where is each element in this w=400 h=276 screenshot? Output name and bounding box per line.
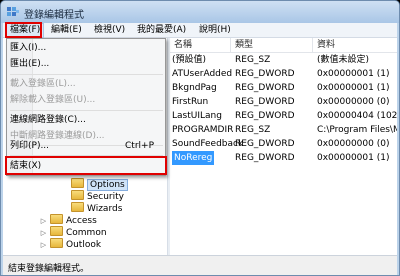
value-name: PROGRAMDIR [172,125,234,135]
tree-item-access[interactable]: ▷ Access [39,214,97,226]
menu-item-label: 載入登錄區(L)... [10,79,76,89]
value-list-pane[interactable]: 名稱 類型 資料 (預設值) REG_SZ (數值未設定) ATUserAdde… [170,38,397,255]
menu-separator [10,110,163,111]
value-name: FirstRun [172,97,209,107]
registry-editor-icon [7,7,19,16]
registry-editor-window: 登錄編輯程式 檔案(F) 編輯(E) 檢視(V) 我的最愛(A) 說明(H) O… [0,0,400,276]
value-data: 0x00000001 (1) [317,69,390,79]
menu-item-print[interactable]: 列印(P)... Ctrl+P [7,138,165,154]
list-row[interactable]: BkgndPag REG_DWORD 0x00000001 (1) [170,81,397,95]
value-data: C:\Program Files\Micro [317,125,397,135]
value-name: SoundFeedback [172,139,244,149]
folder-icon [71,202,84,212]
value-data: 0x00000000 (0) [317,139,390,149]
print-shortcut: Ctrl+P [125,141,154,151]
menu-item-unload-hive: 解除載入登錄區(U)... [7,92,165,108]
menu-item-label: 匯出(E)... [10,59,50,69]
folder-icon [50,226,63,236]
file-menu-highlight-box [5,22,42,38]
tree-item-security[interactable]: Security [71,190,124,202]
menu-bar: 檔案(F) 編輯(E) 檢視(V) 我的最愛(A) 說明(H) [3,23,397,38]
value-name: BkgndPag [172,83,217,93]
folder-icon [50,238,63,248]
list-row[interactable]: SoundFeedback REG_DWORD 0x00000000 (0) [170,137,397,151]
value-data: (數值未設定) [317,55,370,65]
exit-item-highlight-box [5,156,167,175]
menu-favorites[interactable]: 我的最愛(A) [134,23,189,38]
value-name: (預設值) [172,55,207,65]
value-type: REG_DWORD [235,83,295,93]
status-bar: 結束登錄編輯程式。 [3,255,397,275]
folder-icon [71,190,84,200]
menu-separator [10,74,163,75]
list-row[interactable]: FirstRun REG_DWORD 0x00000000 (0) [170,95,397,109]
list-row[interactable]: ATUserAdded REG_DWORD 0x00000001 (1) [170,67,397,81]
title-bar: 登錄編輯程式 [1,1,399,23]
expand-arrow-icon[interactable]: ▷ [39,239,48,251]
value-name: ATUserAdded [172,69,233,79]
menu-item-connect-network-registry[interactable]: 連線網路登錄(C)... [7,112,165,128]
value-type: REG_DWORD [235,139,295,149]
list-row[interactable]: LastUILang REG_DWORD 0x00000404 (1028) [170,109,397,123]
menu-item-load-hive: 載入登錄區(L)... [7,76,165,92]
value-data: 0x00000000 (0) [317,97,390,107]
value-name: NoRereg [172,151,215,165]
value-type: REG_SZ [235,125,271,135]
tree-item-outlook[interactable]: ▷ Outlook [39,238,101,250]
value-type: REG_SZ [235,55,271,65]
value-type: REG_DWORD [235,153,295,163]
value-type: REG_DWORD [235,97,295,107]
list-header: 名稱 類型 資料 [170,38,397,53]
folder-open-icon [71,178,84,188]
value-type: REG_DWORD [235,69,295,79]
menu-item-import[interactable]: 匯入(I)... [7,40,165,56]
list-row-selected[interactable]: NoRereg REG_DWORD 0x00000001 (1) [170,151,397,165]
tree-item-wizards[interactable]: Wizards [71,202,122,214]
list-row[interactable]: (預設值) REG_SZ (數值未設定) [170,53,397,67]
value-data: 0x00000404 (1028) [317,111,397,121]
menu-edit[interactable]: 編輯(E) [48,23,85,38]
column-header-name[interactable]: 名稱 [174,38,192,53]
list-row[interactable]: PROGRAMDIR REG_SZ C:\Program Files\Micro [170,123,397,137]
value-type: REG_DWORD [235,111,295,121]
column-header-type[interactable]: 類型 [230,38,253,53]
menu-view[interactable]: 檢視(V) [91,23,128,38]
folder-icon [50,214,63,224]
window-title: 登錄編輯程式 [24,10,84,21]
value-data: 0x00000001 (1) [317,83,390,93]
menu-item-label: 連線網路登錄(C)... [10,115,86,125]
tree-item-options[interactable]: Options [71,178,128,191]
tree-item-common[interactable]: ▷ Common [39,226,107,238]
menu-item-label: 匯入(I)... [10,43,47,53]
value-data: 0x00000001 (1) [317,153,390,163]
status-text: 結束登錄編輯程式。 [8,264,90,274]
value-name: LastUILang [172,111,222,121]
menu-item-label: 列印(P)... [10,141,50,151]
menu-item-label: 解除載入登錄區(U)... [10,95,96,105]
column-header-data[interactable]: 資料 [312,38,335,53]
menu-item-export[interactable]: 匯出(E)... [7,56,165,72]
menu-help[interactable]: 說明(H) [196,23,234,38]
